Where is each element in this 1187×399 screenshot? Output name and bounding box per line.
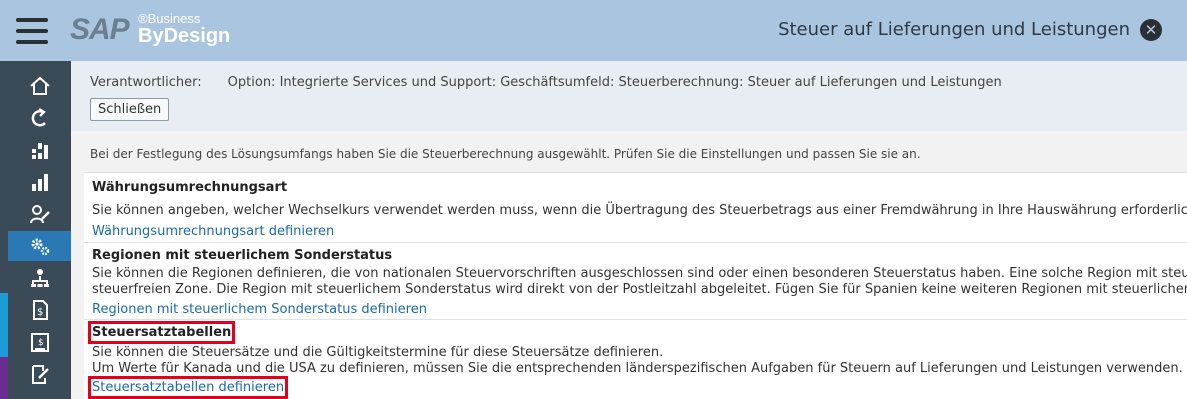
- sidebar-item-billing[interactable]: $: [8, 295, 71, 325]
- home-icon: [29, 76, 50, 95]
- bydesign-logo: ®Business ByDesign: [138, 12, 230, 46]
- svg-text:$: $: [37, 307, 43, 318]
- section-description: Sie können die Regionen definieren, die …: [92, 266, 1187, 281]
- org-chart-icon: [30, 269, 49, 287]
- section-description: Sie können angeben, welcher Wechselkurs …: [92, 203, 1187, 218]
- bar-chart-icon: [31, 174, 48, 191]
- sidebar-stripe: [0, 357, 8, 399]
- finance-document-icon: $: [30, 333, 49, 352]
- logo-business-text: ®Business: [138, 11, 201, 26]
- main-content: Verantwortlicher: Option: Integrierte Ser…: [71, 61, 1187, 399]
- section-special-tax-regions: Regionen mit steuerlichem Sonderstatus S…: [84, 242, 1187, 319]
- section-title: Steuersatztabellen: [87, 321, 236, 344]
- menu-icon[interactable]: [16, 18, 48, 44]
- define-special-tax-regions-link[interactable]: Regionen mit steuerlichem Sonderstatus d…: [92, 302, 427, 317]
- edit-user-icon: [29, 205, 50, 224]
- header-meta: Verantwortlicher: Option: Integrierte Ser…: [90, 75, 1002, 90]
- sap-logo: SAP: [70, 13, 130, 46]
- sidebar: $ $: [0, 61, 71, 399]
- sidebar-item-edit-document[interactable]: [8, 359, 71, 389]
- intro-text: Bei der Festlegung des Lösungsumfangs ha…: [90, 147, 921, 161]
- edit-document-icon: [31, 365, 49, 384]
- gear-icon: [31, 238, 49, 256]
- object-header: Verantwortlicher: Option: Integrierte Ser…: [71, 61, 1187, 131]
- sidebar-stripe: [0, 293, 8, 357]
- billing-document-icon: $: [32, 300, 48, 320]
- sidebar-stripe: [0, 61, 8, 293]
- section-title: Währungsumrechnungsart: [92, 180, 288, 195]
- close-icon[interactable]: ✕: [1140, 19, 1162, 41]
- section-description: Um Werte für Kanada und die USA zu defin…: [92, 361, 1183, 376]
- refresh-icon: [31, 108, 46, 127]
- section-description: Sie können die Steuersätze und die Gülti…: [92, 345, 664, 360]
- responsible-label: Verantwortlicher:: [90, 75, 202, 90]
- sidebar-item-analytics[interactable]: [8, 167, 71, 197]
- sidebar-item-home[interactable]: [8, 71, 71, 101]
- section-title: Regionen mit steuerlichem Sonderstatus: [92, 248, 393, 263]
- section-description: steuerfreien Zone. Die Region mit steuer…: [92, 282, 1187, 297]
- sidebar-item-finance[interactable]: $: [8, 327, 71, 357]
- dashboard-icon: [31, 143, 48, 159]
- page-title: Steuer auf Lieferungen und Leistungen: [778, 19, 1130, 40]
- section-currency-conversion: Währungsumrechnungsart Sie können angebe…: [84, 172, 1187, 239]
- logo-bydesign-text: ByDesign: [138, 25, 231, 47]
- sidebar-item-organization[interactable]: [8, 263, 71, 293]
- svg-text:$: $: [38, 338, 44, 348]
- sidebar-item-refresh[interactable]: [8, 103, 71, 133]
- settings-panel: Währungsumrechnungsart Sie können angebe…: [84, 172, 1187, 399]
- sidebar-item-settings[interactable]: [8, 231, 71, 261]
- define-tax-rate-tables-link[interactable]: Steuersatztabellen definieren: [87, 376, 289, 399]
- sidebar-item-dashboard[interactable]: [8, 135, 71, 165]
- shell-bar: SAP ®Business ByDesign Steuer auf Liefer…: [0, 0, 1187, 61]
- option-path: Option: Integrierte Services und Support…: [227, 75, 1002, 90]
- sidebar-item-edit-user[interactable]: [8, 199, 71, 229]
- close-button[interactable]: Schließen: [90, 98, 170, 121]
- section-tax-rate-tables: Steuersatztabellen Sie können die Steuer…: [84, 319, 1187, 399]
- define-currency-conversion-link[interactable]: Währungsumrechnungsart definieren: [92, 224, 334, 239]
